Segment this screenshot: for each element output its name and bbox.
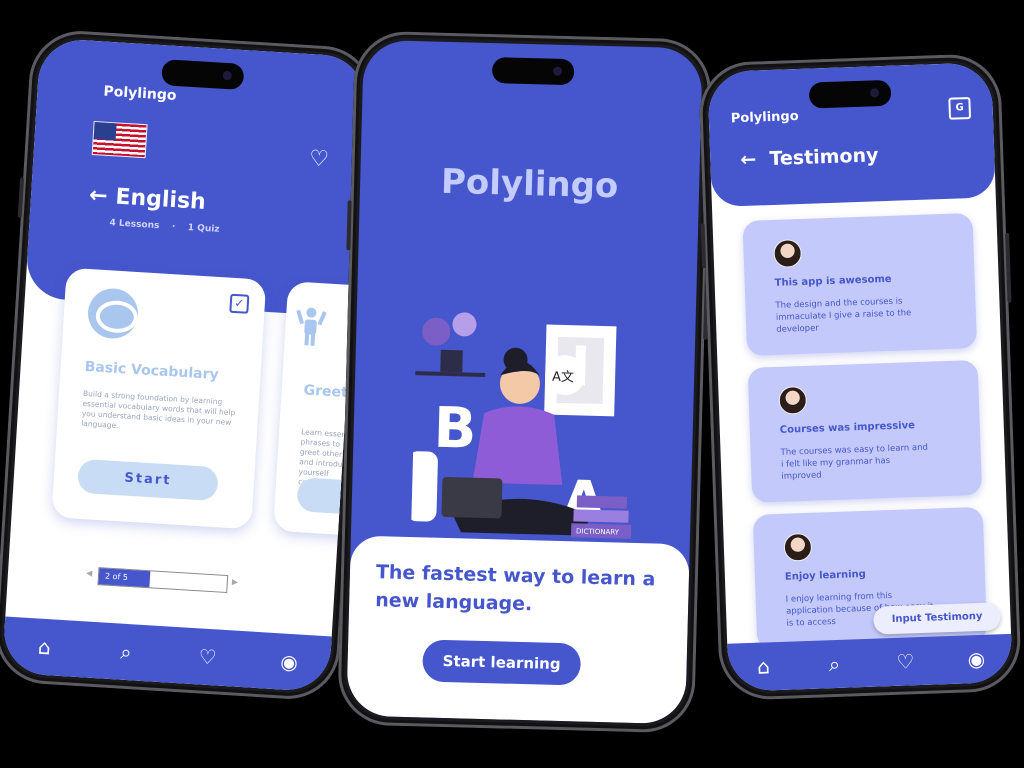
bottom-nav: ⌂ ⌕ ♡ ◉	[727, 633, 1013, 692]
search-icon[interactable]: ⌕	[110, 639, 141, 665]
next-arrow-icon[interactable]: ▶	[232, 577, 239, 586]
testimonial-body: The design and the courses is immaculate…	[775, 296, 912, 335]
phone-testimony: Polylingo G ← Testimony This app is awes…	[697, 52, 1023, 702]
phone-onboarding: Polylingo B A A文 DICTIONARY	[336, 30, 713, 734]
home-icon[interactable]: ⌂	[29, 634, 60, 660]
lesson-title: Basic Vocabulary	[84, 358, 220, 384]
lesson-description: Build a strong foundation by learning es…	[80, 388, 236, 431]
profile-icon[interactable]: ◉	[273, 649, 304, 675]
prev-arrow-icon[interactable]: ◀	[86, 568, 93, 577]
tagline: The fastest way to learn a new language.	[374, 561, 656, 616]
app-title: Polylingo	[440, 161, 619, 207]
avatar	[778, 385, 808, 415]
back-arrow-icon[interactable]: ←	[740, 148, 757, 171]
letter-b: B	[433, 396, 477, 462]
completed-checkbox-icon[interactable]: ✓	[229, 293, 250, 314]
heart-icon[interactable]: ♡	[192, 644, 223, 670]
student-illustration: B A A文 DICTIONARY	[410, 312, 632, 539]
meta-separator: ·	[171, 221, 176, 233]
person-waving-icon	[296, 307, 327, 346]
brand-label: Polylingo	[730, 108, 799, 127]
translate-glyph: A文	[552, 370, 574, 386]
home-icon[interactable]: ⌂	[748, 654, 779, 679]
translate-icon[interactable]: G	[948, 96, 972, 120]
avatar	[783, 532, 813, 562]
testimonial-title: This app is awesome	[774, 273, 892, 289]
heart-icon[interactable]: ♡	[890, 649, 921, 674]
testimonial-card: Courses was impressive The courses was e…	[747, 359, 983, 503]
onboarding-screen: Polylingo B A A文 DICTIONARY	[346, 39, 703, 725]
dynamic-island	[160, 59, 244, 91]
onboarding-panel: The fastest way to learn a new language.…	[346, 535, 690, 725]
avatar	[773, 238, 803, 268]
start-lesson-button[interactable]: Start	[77, 458, 219, 502]
dynamic-island	[808, 79, 892, 109]
testimonial-title: Enjoy learning	[784, 568, 867, 583]
favorite-heart-icon[interactable]: ♡	[308, 146, 329, 172]
testimonial-card: This app is awesome The design and the c…	[742, 212, 978, 356]
lesson-card-basic-vocabulary[interactable]: ✓ Basic Vocabulary Build a strong founda…	[51, 267, 267, 530]
bottom-nav: ⌂ ⌕ ♡ ◉	[1, 616, 332, 693]
globe-icon	[86, 287, 140, 341]
start-learning-button[interactable]: Start learning	[422, 639, 582, 686]
course-screen: Polylingo ♡ ← English 4 Lessons · 1 Quiz …	[1, 37, 368, 693]
testimonial-title: Courses was impressive	[779, 420, 916, 436]
input-testimony-button[interactable]: Input Testimony	[873, 602, 1001, 635]
progress-fill: 2 of 5	[98, 568, 151, 588]
back-arrow-icon[interactable]: ←	[88, 183, 108, 209]
lesson-progress-bar: 2 of 5	[97, 567, 229, 594]
quiz-count: 1 Quiz	[187, 222, 220, 235]
us-flag-icon	[91, 121, 148, 159]
search-icon[interactable]: ⌕	[819, 652, 850, 677]
dynamic-island	[491, 57, 574, 86]
testimony-screen: Polylingo G ← Testimony This app is awes…	[707, 62, 1013, 692]
testimonial-body: The courses was easy to learn and i felt…	[780, 442, 929, 482]
dictionary-label: DICTIONARY	[576, 527, 620, 536]
phone-course-detail: Polylingo ♡ ← English 4 Lessons · 1 Quiz …	[0, 28, 377, 702]
profile-icon[interactable]: ◉	[961, 647, 992, 672]
